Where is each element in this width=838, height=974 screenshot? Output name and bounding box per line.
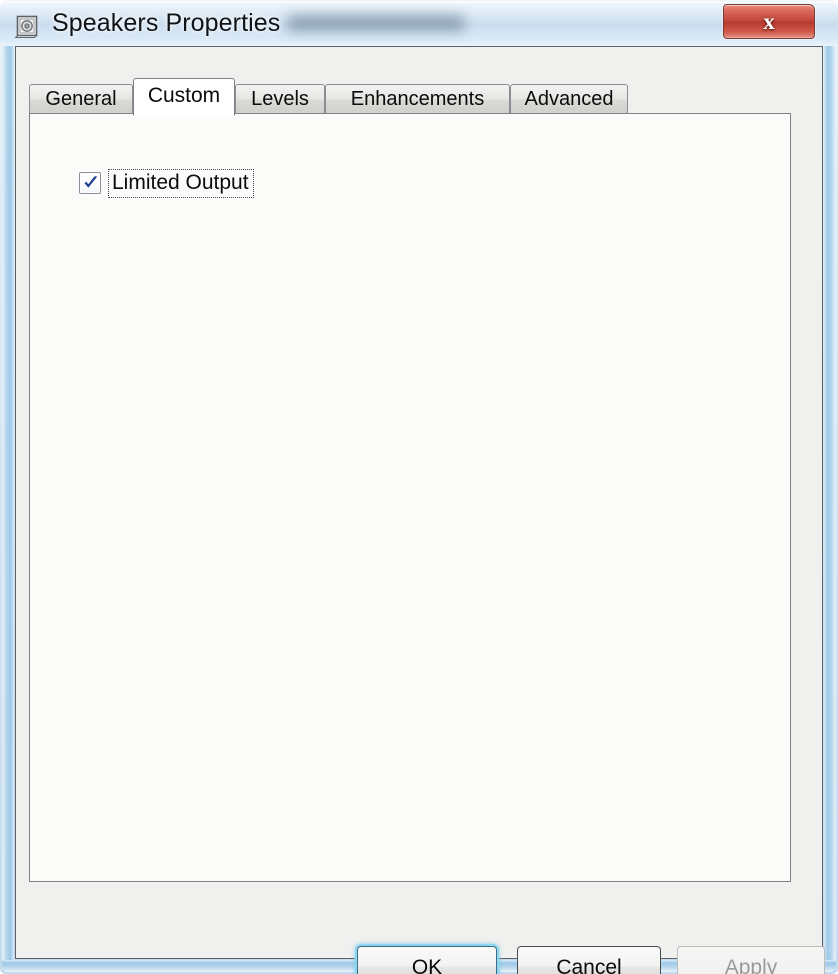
title-bar-highlight [3,2,835,3]
apply-label-rest: pply [738,956,778,974]
title-bar[interactable]: Speakers Properties x [0,0,838,46]
limited-output-row[interactable]: Limited Output [79,168,254,198]
window-border-right [824,44,836,969]
close-icon: x [763,9,775,34]
tab-content-panel: Limited Output [29,113,791,882]
close-button[interactable]: x [723,4,815,39]
dialog-client-area: General Custom Levels Enhancements Advan… [15,46,825,974]
checkmark-icon [84,176,98,188]
tab-custom[interactable]: Custom [133,78,235,116]
tab-advanced[interactable]: Advanced [510,84,628,114]
tab-levels[interactable]: Levels [235,84,325,114]
dialog-window: Speakers Properties x General Custom Lev… [0,0,838,974]
limited-output-label[interactable]: Limited Output [108,168,254,198]
window-border-left [2,44,14,969]
tab-enhancements[interactable]: Enhancements [325,84,510,114]
limited-output-checkbox[interactable] [79,172,101,194]
window-title: Speakers Properties [52,9,281,37]
redacted-title-suffix [288,12,464,34]
apply-button: Apply [677,946,825,974]
speaker-icon [14,13,40,39]
tab-general[interactable]: General [29,84,133,114]
apply-accelerator: A [724,956,739,974]
cancel-button[interactable]: Cancel [517,946,661,974]
ok-button[interactable]: OK [357,946,497,974]
tab-strip: General Custom Levels Enhancements Advan… [29,78,789,116]
